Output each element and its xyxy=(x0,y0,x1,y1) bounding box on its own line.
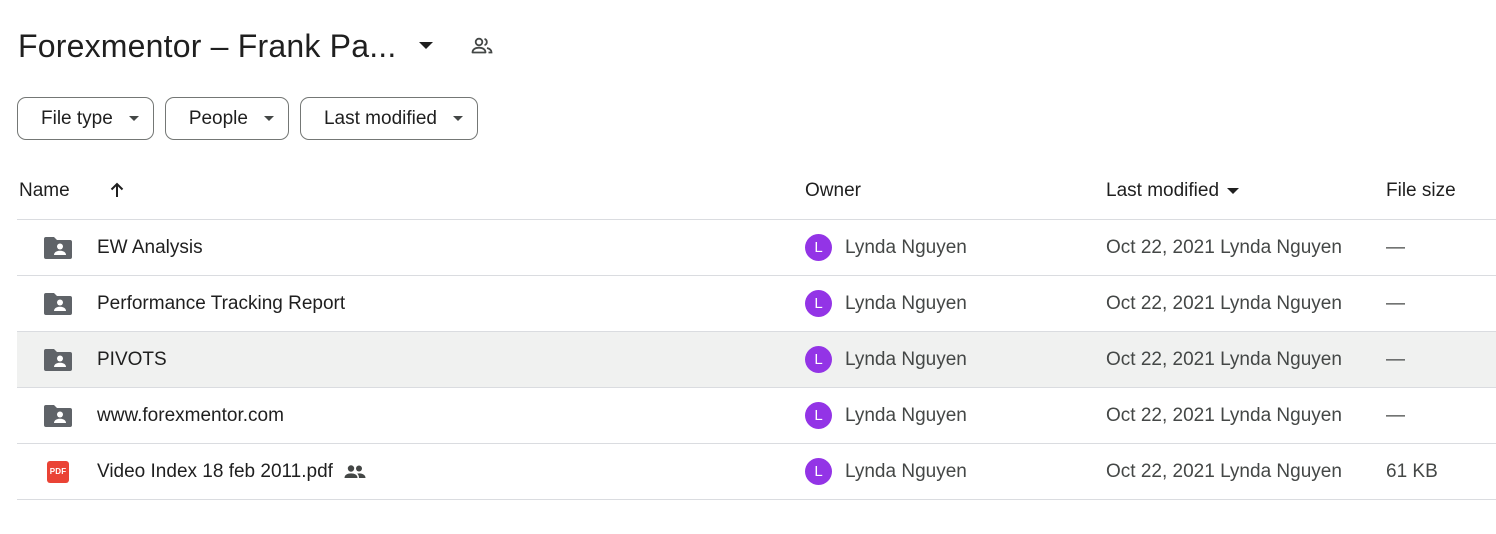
table-row[interactable]: www.forexmentor.com L Lynda Nguyen Oct 2… xyxy=(17,388,1496,444)
owner-cell: L Lynda Nguyen xyxy=(805,220,967,275)
owner-name: Lynda Nguyen xyxy=(845,236,967,258)
shared-folder-icon xyxy=(41,220,75,275)
last-modified-cell: Oct 22, 2021 Lynda Nguyen xyxy=(1106,348,1342,370)
file-name: www.forexmentor.com xyxy=(97,404,284,426)
filter-label: People xyxy=(188,107,248,129)
folder-title[interactable]: Forexmentor – Frank Pa... xyxy=(18,28,396,65)
avatar: L xyxy=(805,402,832,429)
avatar: L xyxy=(805,346,832,373)
avatar: L xyxy=(805,458,832,485)
file-size-cell: — xyxy=(1386,404,1405,426)
file-name: Video Index 18 feb 2011.pdf xyxy=(97,460,333,482)
owner-cell: L Lynda Nguyen xyxy=(805,444,967,499)
column-header-name[interactable]: Name xyxy=(19,180,70,202)
column-header-owner[interactable]: Owner xyxy=(805,180,861,202)
owner-cell: L Lynda Nguyen xyxy=(805,388,967,443)
file-name: PIVOTS xyxy=(97,348,167,370)
shared-folder-icon xyxy=(41,276,75,331)
drive-folder-view: Forexmentor – Frank Pa... File type Peop… xyxy=(0,0,1496,534)
file-size-cell: — xyxy=(1386,236,1405,258)
people-outline-icon[interactable] xyxy=(468,32,496,60)
caret-down-icon xyxy=(263,116,274,121)
owner-name: Lynda Nguyen xyxy=(845,348,967,370)
filter-label: File type xyxy=(41,107,113,129)
file-name-cell: Video Index 18 feb 2011.pdf xyxy=(97,444,367,499)
people-filter[interactable]: People xyxy=(164,97,289,140)
file-size-cell: — xyxy=(1386,348,1405,370)
table-row[interactable]: Performance Tracking Report L Lynda Nguy… xyxy=(17,276,1496,332)
file-name: EW Analysis xyxy=(97,236,203,258)
owner-cell: L Lynda Nguyen xyxy=(805,332,967,387)
last-modified-filter[interactable]: Last modified xyxy=(299,97,478,140)
shared-folder-icon xyxy=(41,332,75,387)
owner-cell: L Lynda Nguyen xyxy=(805,276,967,331)
owner-name: Lynda Nguyen xyxy=(845,460,967,482)
file-list: Name Owner Last modified File size EW An… xyxy=(17,164,1496,500)
avatar: L xyxy=(805,290,832,317)
owner-name: Lynda Nguyen xyxy=(845,404,967,426)
table-row[interactable]: PDF Video Index 18 feb 2011.pdf L Lynda … xyxy=(17,444,1496,500)
shared-folder-icon xyxy=(41,388,75,443)
file-type-filter[interactable]: File type xyxy=(17,97,154,140)
caret-down-icon xyxy=(453,116,463,121)
column-header-label: Last modified xyxy=(1106,180,1220,201)
filter-label: Last modified xyxy=(323,107,437,129)
last-modified-cell: Oct 22, 2021 Lynda Nguyen xyxy=(1106,404,1342,426)
pdf-badge: PDF xyxy=(47,460,69,483)
avatar: L xyxy=(805,234,832,261)
file-size-cell: — xyxy=(1386,292,1405,314)
last-modified-cell: Oct 22, 2021 Lynda Nguyen xyxy=(1106,236,1342,258)
caret-down-icon xyxy=(1227,188,1240,194)
shared-people-icon xyxy=(343,464,367,480)
last-modified-cell: Oct 22, 2021 Lynda Nguyen xyxy=(1106,460,1342,482)
file-name: Performance Tracking Report xyxy=(97,292,346,314)
file-size-cell: 61 KB xyxy=(1386,460,1438,482)
table-row[interactable]: PIVOTS L Lynda Nguyen Oct 22, 2021 Lynda… xyxy=(17,332,1496,388)
last-modified-cell: Oct 22, 2021 Lynda Nguyen xyxy=(1106,292,1342,314)
arrow-drop-down-icon[interactable] xyxy=(412,32,440,60)
column-header-last-modified[interactable]: Last modified xyxy=(1106,180,1240,202)
filter-chips: File type People Last modified xyxy=(17,97,478,140)
column-header-file-size[interactable]: File size xyxy=(1386,180,1456,202)
owner-name: Lynda Nguyen xyxy=(845,292,967,314)
folder-header: Forexmentor – Frank Pa... xyxy=(18,22,496,70)
pdf-icon: PDF xyxy=(41,444,75,499)
arrow-upward-icon[interactable] xyxy=(103,176,131,204)
caret-down-icon xyxy=(128,116,139,121)
table-header: Name Owner Last modified File size xyxy=(17,164,1496,220)
table-row[interactable]: EW Analysis L Lynda Nguyen Oct 22, 2021 … xyxy=(17,220,1496,276)
